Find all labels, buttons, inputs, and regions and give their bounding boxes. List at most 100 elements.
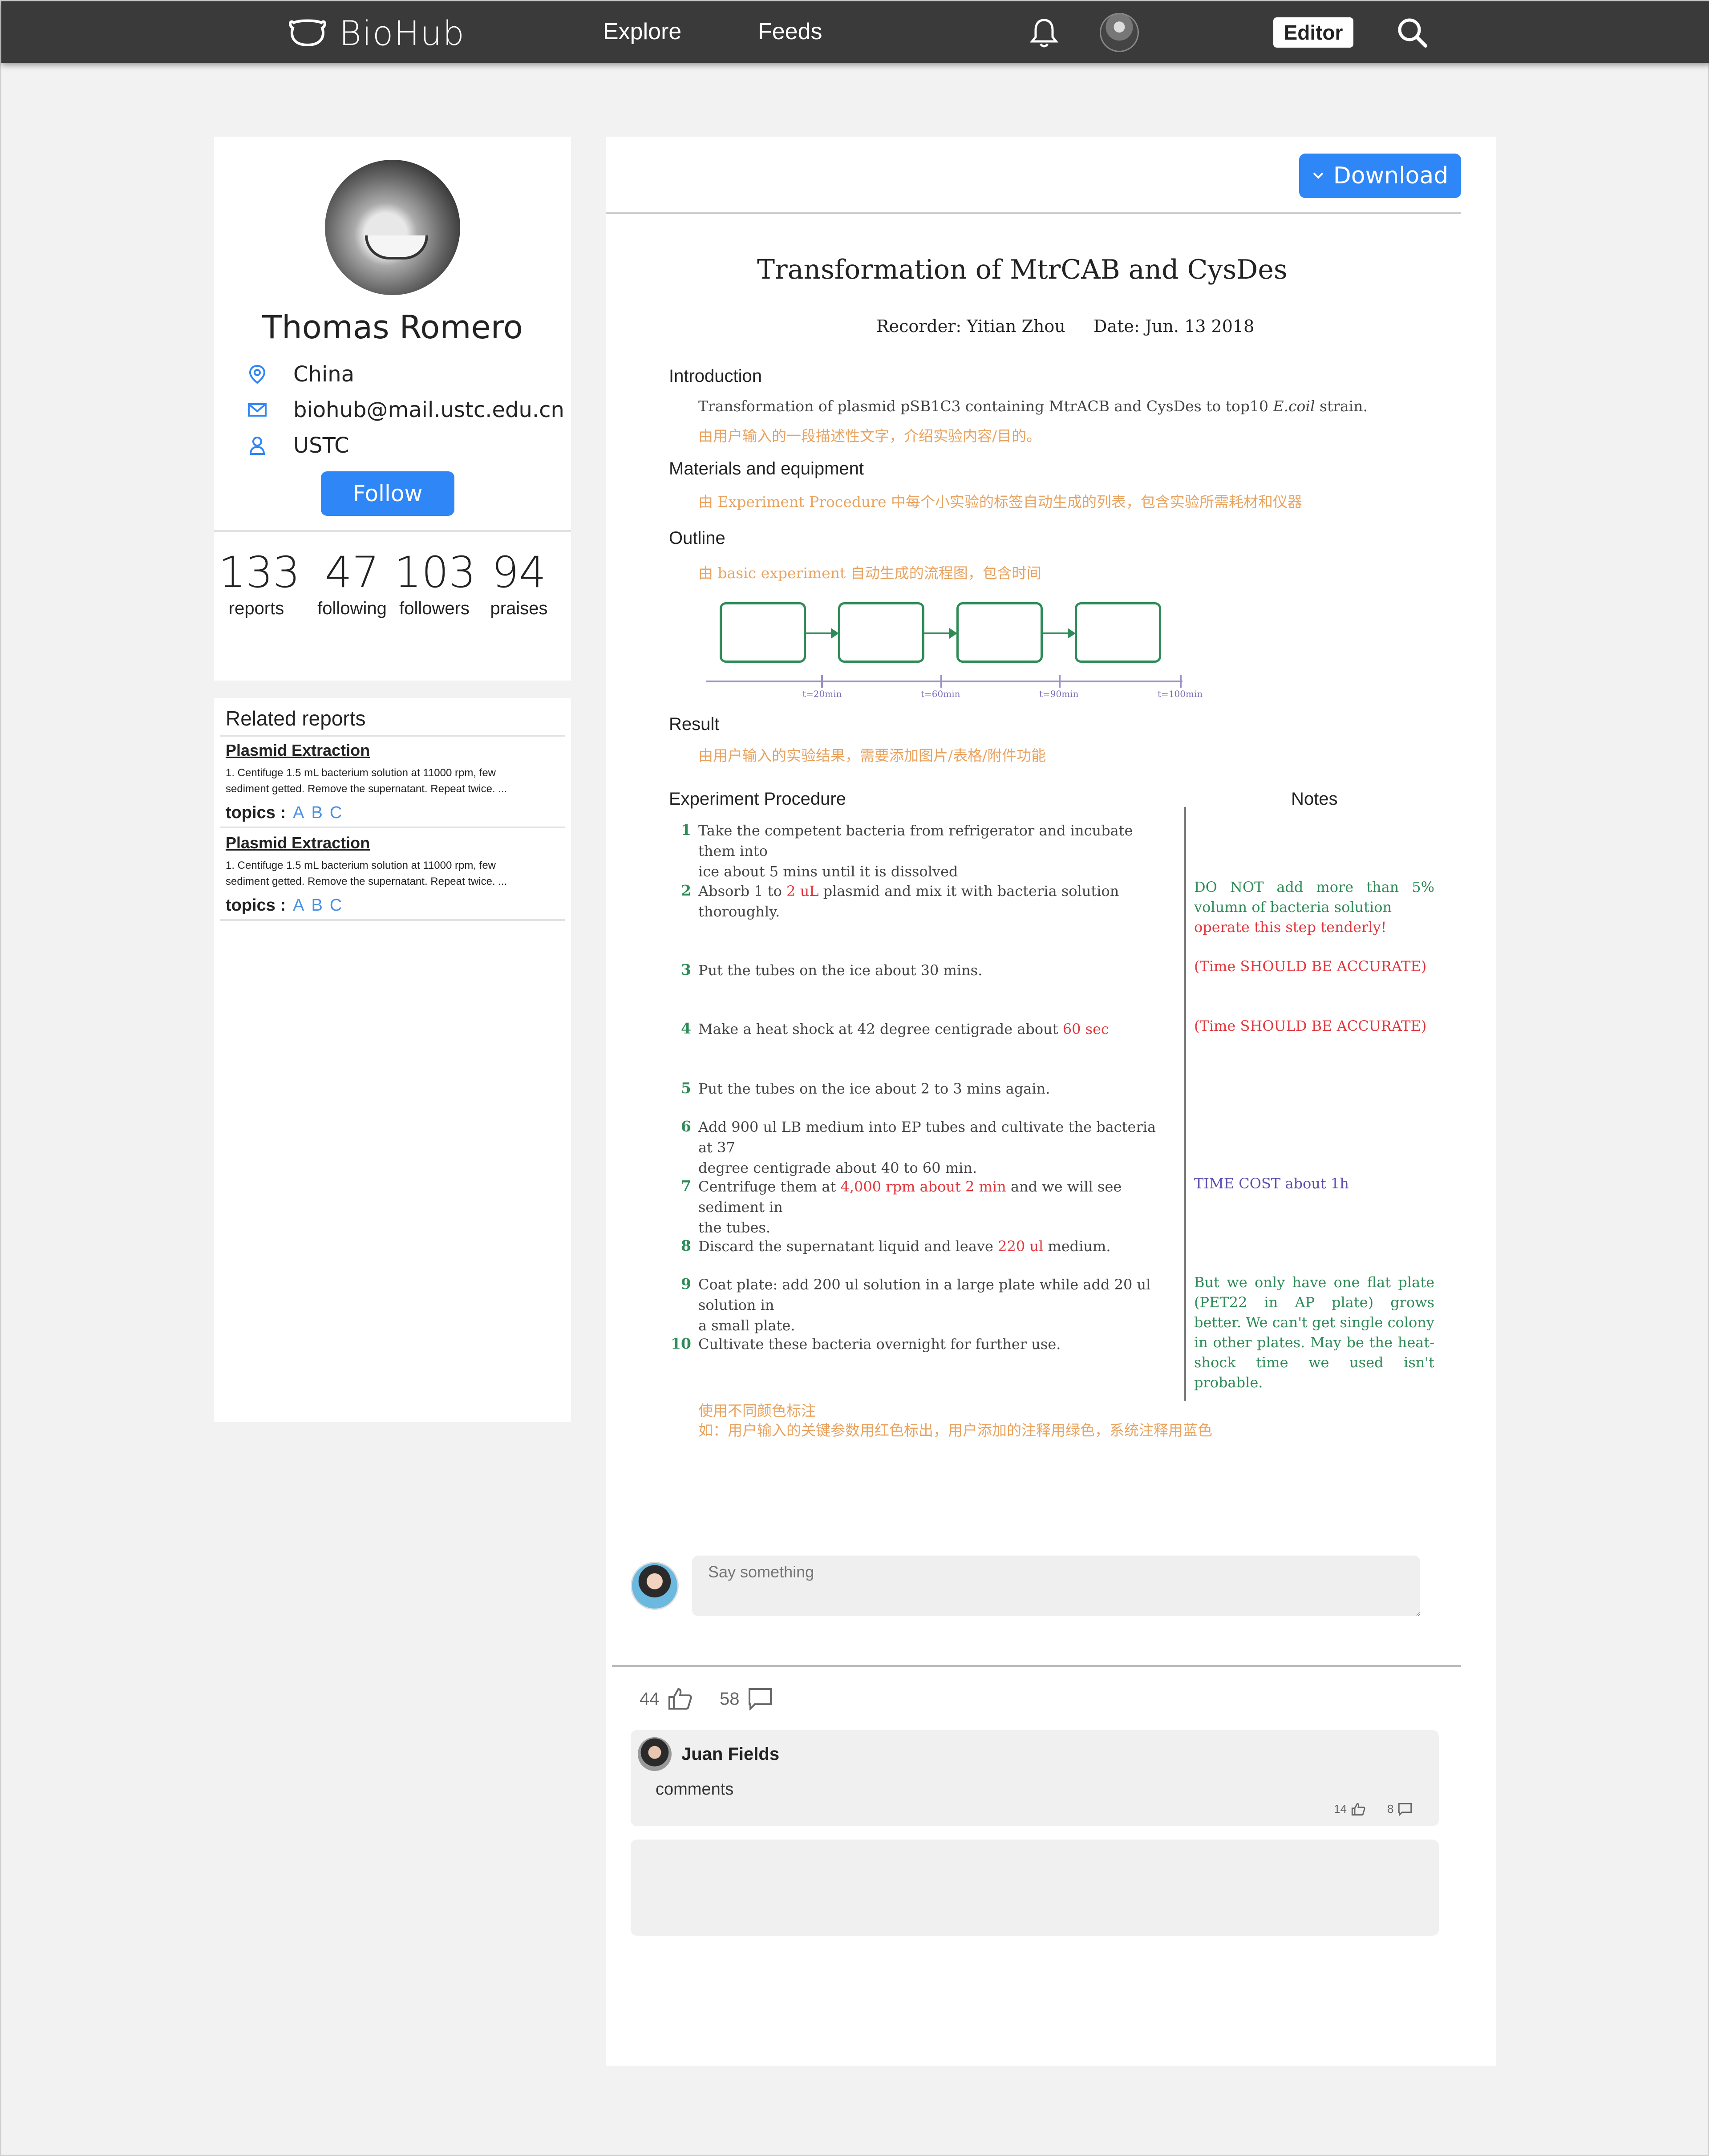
note-warning: (Time SHOULD BE ACCURATE) (1194, 1017, 1427, 1034)
organization-icon (249, 437, 265, 455)
related-reports-card: Related reports Plasmid Extraction 1. Ce… (214, 698, 571, 1422)
topic-tag[interactable]: B (311, 803, 322, 822)
comment-like[interactable]: 14 (1334, 1802, 1365, 1816)
comment-item: Juan Fields comments 14 8 (631, 1730, 1439, 1826)
divider (612, 1665, 1461, 1667)
current-user-avatar (631, 1562, 679, 1610)
comment-author[interactable]: Juan Fields (681, 1744, 779, 1764)
related-report-item[interactable]: Plasmid Extraction 1. Centifuge 1.5 mL b… (226, 834, 559, 915)
step-number: 1 (681, 821, 691, 839)
mail-icon (248, 403, 267, 417)
timeline-label: t=90min (1039, 689, 1079, 699)
download-button[interactable]: Download (1299, 154, 1461, 198)
related-report-item[interactable]: Plasmid Extraction 1. Centifuge 1.5 mL b… (226, 741, 559, 823)
topics-label: topics : (226, 803, 286, 822)
flow-step (956, 602, 1043, 663)
divider (220, 735, 565, 737)
topic-tag[interactable]: B (311, 896, 322, 915)
intro-text-part: Transformation of plasmid pSB1C3 contain… (698, 397, 1273, 415)
introduction-note: 由用户输入的一段描述性文字，介绍实验内容/目的。 (698, 427, 1041, 445)
editor-button[interactable]: Editor (1273, 17, 1353, 48)
comment-icon[interactable] (1398, 1803, 1412, 1816)
excerpt-line: 1. Centifuge 1.5 mL bacterium solution a… (226, 767, 496, 779)
bear-logo-icon (289, 19, 326, 47)
comment-reply[interactable]: 8 (1387, 1802, 1412, 1816)
procedure-step: Add 900 ul LB medium into EP tubes and c… (698, 1117, 1166, 1178)
step-line: Take the competent bacteria from refrige… (698, 822, 1133, 859)
divider (220, 919, 565, 921)
stat-value: 103 (394, 547, 476, 597)
bell-icon[interactable] (1029, 17, 1059, 49)
timeline-tick (821, 675, 823, 688)
procedure-step: Make a heat shock at 42 degree centigrad… (698, 1019, 1166, 1039)
stat-reports[interactable]: 133 reports (219, 547, 300, 619)
step-line: Add 900 ul LB medium into EP tubes and c… (698, 1119, 1156, 1156)
like-count: 44 (640, 1689, 660, 1709)
related-report-title[interactable]: Plasmid Extraction (226, 834, 559, 852)
flow-step (838, 602, 924, 663)
stat-following[interactable]: 47 following (314, 548, 390, 619)
comment-text: comments (656, 1780, 734, 1799)
stat-value: 133 (219, 547, 300, 597)
location-text: China (293, 362, 355, 387)
notes-divider (1184, 807, 1186, 1401)
brand-logo[interactable]: BioHub (288, 13, 465, 53)
procedure-step: Coat plate: add 200 ul solution in a lar… (698, 1274, 1166, 1336)
topic-tag[interactable]: A (293, 803, 304, 822)
user-avatar[interactable] (1100, 13, 1139, 52)
comment-icon[interactable] (748, 1687, 773, 1710)
procedure-step: Put the tubes on the ice about 2 to 3 mi… (698, 1080, 1050, 1097)
procedure-heading: Experiment Procedure (669, 789, 846, 809)
timeline-tick (1180, 675, 1182, 688)
outline-note: 由 basic experiment 自动生成的流程图，包含时间 (698, 564, 1041, 582)
follow-button[interactable]: Follow (321, 471, 454, 516)
step-number: 3 (681, 961, 691, 978)
related-report-excerpt: 1. Centifuge 1.5 mL bacterium solution a… (226, 765, 559, 797)
reply-reaction[interactable]: 58 (720, 1687, 773, 1710)
note-warning: operate this step tenderly! (1194, 919, 1387, 936)
related-report-title[interactable]: Plasmid Extraction (226, 741, 559, 760)
step-text: Make a heat shock at 42 degree centigrad… (698, 1021, 1063, 1037)
stat-praises[interactable]: 94 praises (481, 548, 557, 619)
introduction-heading: Introduction (669, 366, 762, 386)
result-note: 由用户输入的实验结果，需要添加图片/表格/附件功能 (698, 747, 1046, 764)
step-number: 5 (681, 1079, 691, 1097)
comment-author-avatar[interactable] (638, 1737, 672, 1771)
step-number: 8 (681, 1237, 691, 1254)
topic-tag[interactable]: C (330, 896, 342, 915)
stat-label: praises (490, 599, 548, 618)
chevron-down-icon (1313, 172, 1324, 179)
stat-label: reports (228, 599, 284, 618)
divider (220, 827, 565, 828)
intro-text-part: strain. (1315, 397, 1368, 415)
excerpt-line: 1. Centifuge 1.5 mL bacterium solution a… (226, 859, 496, 871)
comment-input[interactable] (692, 1556, 1420, 1616)
topic-tag[interactable]: A (293, 896, 304, 915)
thumbs-up-icon[interactable] (668, 1687, 693, 1710)
notes-heading: Notes (1291, 789, 1338, 809)
note-system: TIME COST about 1h (1194, 1175, 1349, 1192)
thumbs-up-icon[interactable] (1351, 1803, 1365, 1816)
step-param: 60 sec (1062, 1021, 1109, 1037)
procedure-step: Cultivate these bacteria overnight for f… (698, 1336, 1061, 1353)
email-text[interactable]: biohub@mail.ustc.edu.cn (293, 397, 564, 422)
like-reaction[interactable]: 44 (640, 1687, 693, 1710)
nav-explore[interactable]: Explore (603, 18, 681, 45)
flow-arrow (806, 628, 839, 639)
topic-tag[interactable]: C (330, 803, 342, 822)
procedure-step: Centrifuge them at 4,000 rpm about 2 min… (698, 1176, 1166, 1238)
comment-like-count: 14 (1334, 1802, 1347, 1816)
excerpt-line: sediment getted. Remove the supernatant.… (226, 875, 507, 888)
related-reports-title: Related reports (226, 707, 366, 730)
nav-feeds[interactable]: Feeds (758, 18, 822, 45)
topics-label: topics : (226, 896, 286, 915)
procedure-step: Put the tubes on the ice about 30 mins. (698, 962, 983, 979)
stat-followers[interactable]: 103 followers (394, 547, 476, 619)
organization-text: USTC (293, 433, 349, 458)
top-navbar: BioHub Explore Feeds Editor (1, 1, 1709, 63)
procedure-step: Absorb 1 to 2 uL plasmid and mix it with… (698, 881, 1166, 922)
step-text: medium. (1043, 1238, 1111, 1255)
comment-placeholder-box (631, 1840, 1439, 1936)
search-icon[interactable] (1396, 16, 1428, 49)
step-line: Coat plate: add 200 ul solution in a lar… (698, 1276, 1151, 1313)
